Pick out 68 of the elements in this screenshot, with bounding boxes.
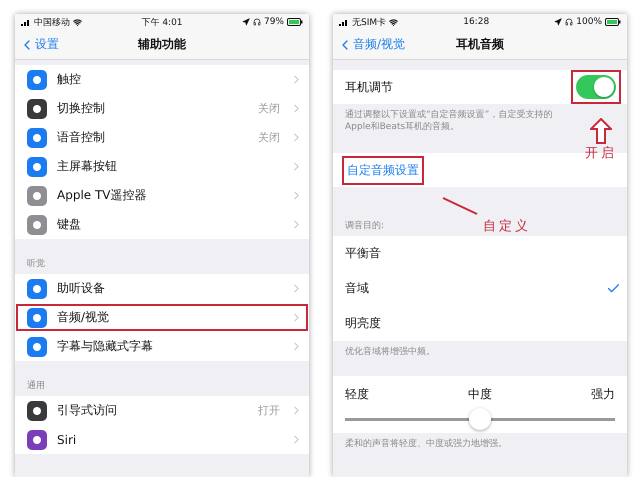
section-header: 通用 [26, 380, 46, 393]
section-header: 听觉 [26, 258, 46, 271]
option-row[interactable]: 音域 [333, 271, 627, 306]
row-label: 助听设备 [57, 280, 106, 297]
row-label: 平衡音 [345, 245, 382, 262]
slider-label: 强力 [591, 386, 615, 404]
row-label: Apple TV遥控器 [57, 187, 148, 204]
settings-row[interactable]: Apple TV遥控器 [15, 181, 309, 210]
annotation-text: 开启 [585, 145, 617, 162]
settings-row[interactable]: Siri [15, 425, 309, 454]
row-value: 关闭 [258, 130, 280, 145]
battery-icon [287, 18, 303, 26]
row-label: 触控 [57, 71, 82, 88]
section-header: 调音目的: [344, 220, 386, 234]
slider-thumb[interactable] [469, 408, 491, 430]
slider-label: 轻度 [345, 386, 369, 404]
battery-icon [605, 18, 621, 26]
footer-text: 通过调整以下设置或“自定音频设置”，自定受支持的Apple和Beats耳机的音频。 [344, 108, 554, 134]
row-label: 耳机调节 [345, 78, 394, 96]
footer-text: 柔和的声音将轻度、中度或强力地增强。 [344, 438, 508, 452]
back-link[interactable]: 设置 [19, 36, 59, 53]
up-arrow-icon [590, 118, 612, 144]
footer-text: 优化音域将增强中频。 [344, 346, 436, 360]
settings-row[interactable]: 触控 [15, 65, 309, 94]
settings-row[interactable]: 切换控制 关闭 [15, 94, 309, 123]
slider-label: 中度 [468, 386, 492, 404]
row-label: 明亮度 [345, 315, 382, 332]
wifi-icon [389, 18, 398, 26]
custom-audio-link[interactable]: 自定音频设置 [342, 156, 424, 185]
option-row[interactable]: 平衡音 [333, 236, 627, 272]
annotation-text: 自定义 [483, 218, 531, 235]
leader-line [441, 196, 479, 216]
location-icon [554, 18, 562, 26]
back-link[interactable]: 音频/视觉 [337, 36, 406, 53]
row-value: 关闭 [258, 101, 280, 116]
battery-percentage: 79% [264, 17, 284, 27]
option-row[interactable]: 明亮度 [333, 306, 627, 342]
settings-row[interactable]: 助听设备 [15, 274, 309, 303]
screen-title: 辅助功能 [138, 36, 186, 53]
row-label: 引导式访问 [57, 402, 118, 419]
row-value: 打开 [258, 403, 280, 418]
settings-row[interactable]: 主屏幕按钮 [15, 152, 309, 181]
row-label: 音域 [345, 280, 370, 298]
signal-icon [339, 18, 349, 26]
carrier-name: 中国移动 [34, 16, 70, 28]
settings-row[interactable]: 字幕与隐藏式字幕 [15, 332, 309, 361]
row-label: 字幕与隐藏式字幕 [57, 338, 154, 355]
row-label: 键盘 [57, 216, 82, 233]
row-label: 语音控制 [57, 129, 106, 146]
wifi-icon [73, 18, 82, 26]
status-time: 16:28 [463, 17, 490, 27]
settings-row[interactable]: 键盘 [15, 210, 309, 239]
row-label: 主屏幕按钮 [57, 158, 118, 175]
status-time: 下午 4:01 [141, 16, 183, 28]
row-label: 切换控制 [57, 100, 106, 117]
settings-row[interactable]: 音频/视觉 [15, 303, 309, 332]
toggle-switch[interactable] [576, 75, 616, 99]
headphones-icon [252, 18, 261, 26]
row-label: 音频/视觉 [57, 309, 110, 326]
settings-row[interactable]: 语音控制 关闭 [15, 123, 309, 152]
screen-title: 耳机音频 [456, 36, 504, 53]
battery-percentage: 100% [576, 17, 602, 27]
carrier-name: 无SIM卡 [352, 16, 386, 28]
settings-row[interactable]: 引导式访问 打开 [15, 396, 309, 425]
row-label: Siri [57, 432, 78, 446]
location-icon [242, 18, 250, 26]
signal-icon [21, 18, 31, 26]
headphones-icon [565, 18, 574, 26]
